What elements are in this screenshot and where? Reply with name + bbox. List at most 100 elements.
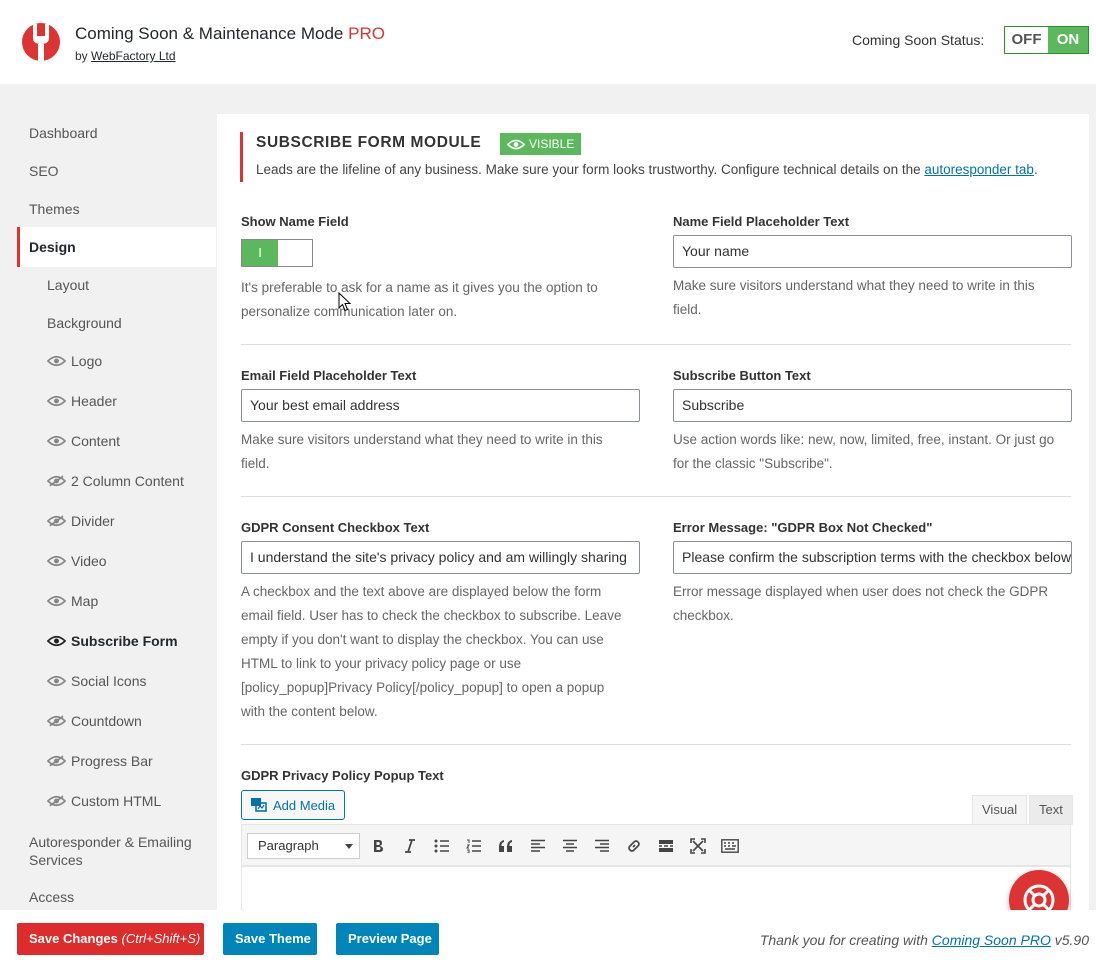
tab-text[interactable]: Text [1029, 795, 1073, 825]
preview-page-button[interactable]: Preview Page [336, 923, 439, 955]
section-desc-text: Leads are the lifeline of any business. … [256, 162, 921, 177]
sidebar-item-dashboard[interactable]: Dashboard [29, 125, 98, 141]
sidebar: Dashboard SEO Themes Design Layout Backg… [17, 114, 216, 910]
gdpr-consent-input[interactable]: I understand the site's privacy policy a… [241, 541, 640, 574]
eye-slash-icon [47, 795, 66, 807]
show-name-toggle[interactable]: I [241, 239, 313, 267]
sidebar-sub-label: Background [47, 315, 122, 331]
sidebar-sub-countdown[interactable]: Countdown [47, 713, 142, 729]
divider [241, 744, 1071, 745]
save-theme-button[interactable]: Save Theme [223, 923, 317, 955]
by-prefix: by [75, 49, 88, 63]
app-title-text: Coming Soon & Maintenance Mode [75, 24, 344, 43]
pro-label: PRO [348, 24, 385, 43]
sidebar-item-seo[interactable]: SEO [29, 163, 59, 179]
toolbar-toggle-button[interactable] [719, 835, 741, 857]
sidebar-sub-layout[interactable]: Layout [47, 277, 89, 293]
status-on[interactable]: ON [1048, 27, 1088, 53]
sidebar-sub-label: Video [71, 553, 107, 569]
link-icon [628, 840, 640, 852]
numbered-list-icon [466, 839, 481, 853]
status-off[interactable]: OFF [1005, 27, 1048, 53]
coming-soon-status-toggle[interactable]: OFF ON [1004, 26, 1089, 54]
help-line: A checkbox and the text above are displa… [241, 584, 602, 599]
editor-content-area[interactable] [241, 866, 1071, 910]
sidebar-sub-label: Social Icons [71, 673, 147, 689]
subscribe-button-text-label: Subscribe Button Text [673, 368, 811, 383]
subscribe-button-text-input[interactable]: Subscribe [673, 389, 1072, 422]
sidebar-sub-progress-bar[interactable]: Progress Bar [47, 753, 153, 769]
bold-button[interactable] [367, 835, 389, 857]
webfactory-link[interactable]: WebFactory Ltd [91, 49, 175, 63]
help-line: empty if you don't want to display the c… [241, 632, 604, 647]
sidebar-sub-label: Header [71, 393, 117, 409]
sidebar-sub-label: Countdown [71, 713, 142, 729]
sidebar-item-themes[interactable]: Themes [29, 201, 80, 217]
tab-visual[interactable]: Visual [972, 795, 1028, 825]
save-changes-label: Save Changes [29, 931, 118, 946]
sidebar-sub-custom-html[interactable]: Custom HTML [47, 793, 161, 809]
section-title: SUBSCRIBE FORM MODULE [256, 134, 482, 151]
help-line: for the classic "Subscribe". [673, 456, 833, 471]
numbered-list-button[interactable] [463, 835, 485, 857]
blockquote-button[interactable] [495, 835, 517, 857]
toggle-on-indicator: I [242, 240, 278, 266]
sidebar-sub-video[interactable]: Video [47, 553, 107, 569]
name-placeholder-input[interactable]: Your name [673, 235, 1072, 268]
show-name-field-label: Show Name Field [241, 214, 349, 229]
sidebar-item-autoresponder[interactable]: Autoresponder & Emailing Services [29, 833, 192, 869]
sidebar-sub-label: Map [71, 593, 99, 609]
format-select[interactable]: Paragraph [247, 833, 360, 859]
email-placeholder-input[interactable]: Your best email address [241, 389, 640, 422]
sidebar-sub-logo[interactable]: Logo [47, 353, 102, 369]
coming-soon-pro-link[interactable]: Coming Soon PRO [932, 932, 1051, 948]
save-changes-button[interactable]: Save Changes (Ctrl+Shift+S) [17, 923, 204, 955]
sidebar-sub-label: Logo [71, 353, 103, 369]
sidebar-sub-2-column-content[interactable]: 2 Column Content [47, 473, 184, 489]
eye-icon [47, 555, 66, 567]
align-left-button[interactable] [527, 835, 549, 857]
sidebar-item-design[interactable]: Design [29, 239, 76, 255]
sidebar-sub-divider[interactable]: Divider [47, 513, 115, 529]
help-line: Make sure visitors understand what they … [241, 432, 603, 447]
name-placeholder-help: Make sure visitors understand what they … [673, 274, 1073, 322]
sidebar-sub-social-icons[interactable]: Social Icons [47, 673, 146, 689]
align-center-button[interactable] [559, 835, 581, 857]
show-name-help: It's preferable to ask for a name as it … [241, 276, 641, 324]
read-more-button[interactable] [655, 835, 677, 857]
sidebar-sub-content[interactable]: Content [47, 433, 120, 449]
eye-slash-icon [47, 475, 66, 487]
bullet-list-button[interactable] [431, 835, 453, 857]
sidebar-sub-background[interactable]: Background [47, 315, 122, 331]
chevron-down-icon [345, 844, 353, 849]
bold-icon [374, 840, 383, 852]
eye-icon [47, 635, 66, 647]
sidebar-item-access[interactable]: Access [29, 889, 74, 905]
sidebar-sub-label: 2 Column Content [71, 473, 184, 489]
help-line: Make sure visitors understand what they … [673, 278, 1035, 293]
visible-badge[interactable]: VISIBLE [500, 133, 582, 155]
sidebar-sub-subscribe-form[interactable]: Subscribe Form [47, 633, 178, 649]
top-header: Coming Soon & Maintenance Mode PRO by We… [0, 0, 1096, 84]
insert-link-button[interactable] [623, 835, 645, 857]
keyboard-icon [721, 839, 739, 853]
gdpr-consent-label: GDPR Consent Checkbox Text [241, 520, 430, 535]
mouse-cursor-icon [338, 292, 352, 312]
sidebar-sub-map[interactable]: Map [47, 593, 98, 609]
format-select-value: Paragraph [258, 838, 319, 853]
autoresponder-tab-link[interactable]: autoresponder tab [924, 162, 1034, 177]
help-line: personalize communication later on. [241, 304, 458, 319]
add-media-label: Add Media [273, 797, 336, 813]
help-line: field. [241, 456, 270, 471]
bullet-list-icon [434, 839, 449, 853]
gdpr-error-input[interactable]: Please confirm the subscription terms wi… [673, 541, 1072, 574]
sidebar-sub-label: Subscribe Form [71, 633, 178, 649]
align-right-button[interactable] [591, 835, 613, 857]
sidebar-sub-label: Divider [71, 513, 115, 529]
fullscreen-button[interactable] [687, 835, 709, 857]
gdpr-consent-help: A checkbox and the text above are displa… [241, 580, 651, 724]
sidebar-sub-header[interactable]: Header [47, 393, 117, 409]
subscribe-button-help: Use action words like: new, now, limited… [673, 428, 1083, 476]
italic-button[interactable] [399, 835, 421, 857]
add-media-button[interactable]: Add Media [241, 790, 346, 820]
